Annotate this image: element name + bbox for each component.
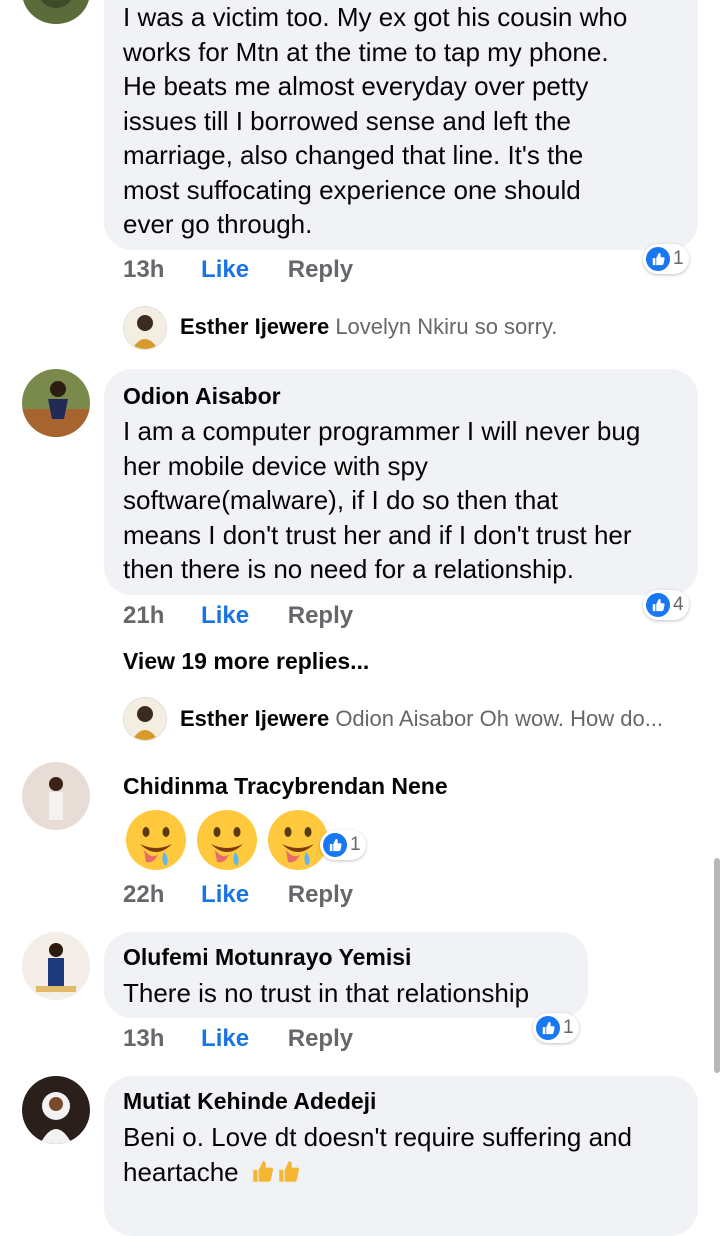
like-reaction-icon (646, 593, 670, 617)
like-button[interactable]: Like (201, 1025, 249, 1052)
comment-bubble: Olufemi Motunrayo Yemisi There is no tru… (104, 932, 588, 1018)
comment-author[interactable]: Olufemi Motunrayo Yemisi (123, 944, 411, 971)
comment-line: her mobile device with spy (123, 450, 428, 481)
comment-line: I was a victim too. My ex got his cousin… (123, 2, 628, 32)
view-more-replies-link[interactable]: View 19 more replies... (123, 648, 369, 675)
reply-snippet: Odion Aisabor Oh wow. How do... (335, 706, 664, 731)
avatar[interactable] (22, 932, 90, 1000)
reply-author[interactable]: Esther Ijewere (180, 706, 329, 731)
comment-line: software(malware), if I do so then that (123, 485, 558, 515)
comment-line: I am a computer programmer I will never … (123, 416, 641, 446)
reply-button[interactable]: Reply (288, 602, 353, 629)
reply-author[interactable]: Esther Ijewere (180, 314, 329, 339)
comment-bubble: I was a victim too. My ex got his cousin… (104, 0, 698, 250)
comment-bubble: Odion Aisabor I am a computer programmer… (104, 369, 698, 595)
reaction-number: 1 (673, 248, 684, 269)
comment-line: issues till I borrowed sense and left th… (123, 105, 572, 136)
comment-line: heartache (123, 1155, 632, 1190)
avatar[interactable] (22, 762, 90, 830)
comment-actions: 22h Like Reply (123, 881, 353, 909)
like-reaction-icon (323, 833, 347, 857)
comment-text: There is no trust in that relationship (123, 978, 530, 1008)
reaction-count[interactable]: 4 (643, 590, 689, 620)
comment-line-text: heartache (123, 1156, 239, 1187)
reply-snippet: Lovelyn Nkiru so sorry. (335, 314, 558, 339)
comment-text: I am a computer programmer I will never … (123, 414, 640, 587)
thumbs-up-emoji (279, 1160, 299, 1182)
avatar[interactable] (22, 369, 90, 437)
comment-text: Beni o. Love dt doesn't require sufferin… (123, 1120, 632, 1189)
comment-bubble: Mutiat Kehinde Adedeji Beni o. Love dt d… (104, 1076, 698, 1236)
comment-line: He beats me almost everyday over petty (123, 71, 589, 101)
reaction-count[interactable]: 1 (643, 244, 689, 274)
reaction-count[interactable]: 1 (320, 830, 366, 860)
comment-line: Beni o. Love dt doesn't require sufferin… (123, 1122, 632, 1152)
drooling-face-emoji (126, 810, 186, 870)
comment-line: marriage, also changed that line. It's t… (123, 140, 584, 170)
like-button[interactable]: Like (201, 602, 249, 629)
thumbs-up-emoji (253, 1160, 273, 1182)
timestamp: 21h (123, 602, 165, 629)
timestamp: 13h (123, 1025, 165, 1052)
reply-button[interactable]: Reply (288, 256, 353, 283)
reply-preview[interactable]: Esther Ijewere Odion Aisabor Oh wow. How… (180, 706, 663, 732)
like-reaction-icon (646, 247, 670, 271)
comment-author[interactable]: Mutiat Kehinde Adedeji (123, 1088, 376, 1115)
reaction-number: 1 (350, 834, 361, 855)
comment-actions: 13h Like Reply (123, 1025, 353, 1053)
comment-line: ever go through. (123, 209, 313, 239)
comment-line: works for Mtn at the time to tap my phon… (123, 36, 609, 67)
comment-author[interactable]: Chidinma Tracybrendan Nene (123, 773, 448, 800)
timestamp: 22h (123, 881, 165, 908)
comment-line: most suffocating experience one should (123, 174, 581, 205)
scrollbar[interactable] (714, 858, 720, 1073)
comment-author[interactable]: Odion Aisabor (123, 383, 281, 410)
comment-line: then there is no need for a relationship… (123, 554, 574, 584)
avatar[interactable] (22, 0, 90, 24)
timestamp: 13h (123, 256, 165, 283)
drooling-face-emoji (197, 810, 257, 870)
comment-text: I was a victim too. My ex got his cousin… (123, 0, 627, 242)
comment-line: means I don't trust her and if I don't t… (123, 519, 632, 550)
reply-button[interactable]: Reply (288, 881, 353, 908)
reply-avatar[interactable] (123, 306, 167, 350)
reply-button[interactable]: Reply (288, 1025, 353, 1052)
comment-actions: 13h Like Reply (123, 256, 353, 284)
like-button[interactable]: Like (201, 881, 249, 908)
reaction-number: 4 (673, 594, 684, 615)
reply-preview[interactable]: Esther Ijewere Lovelyn Nkiru so sorry. (180, 314, 557, 340)
like-button[interactable]: Like (201, 256, 249, 283)
reaction-number: 1 (563, 1017, 574, 1038)
like-reaction-icon (536, 1016, 560, 1040)
avatar[interactable] (22, 1076, 90, 1144)
comment-actions: 21h Like Reply (123, 602, 353, 630)
reply-avatar[interactable] (123, 697, 167, 741)
reaction-count[interactable]: 1 (533, 1013, 579, 1043)
